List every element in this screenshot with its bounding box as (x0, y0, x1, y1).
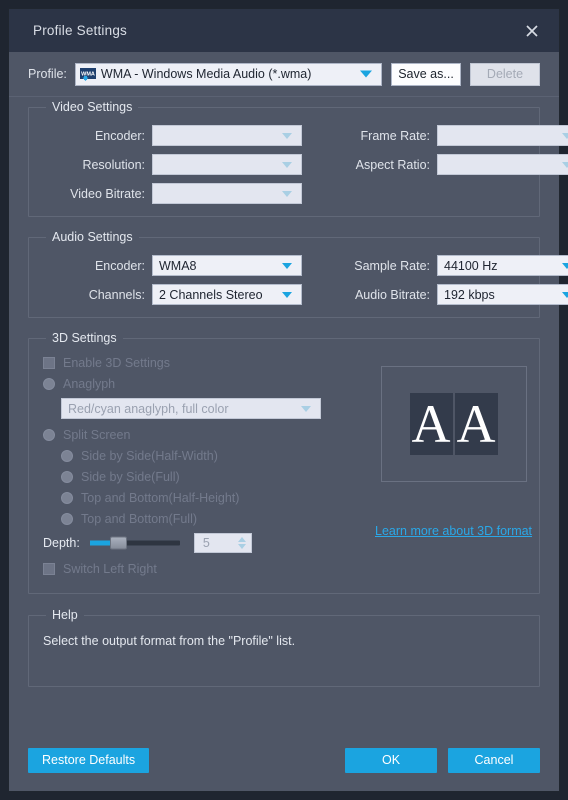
radio-icon (61, 450, 73, 462)
chevron-down-icon (282, 190, 292, 197)
ok-button[interactable]: OK (345, 747, 437, 773)
chevron-down-icon (282, 161, 292, 168)
chevron-down-icon[interactable] (237, 544, 246, 549)
switch-left-right-label: Switch Left Right (63, 562, 157, 576)
chevron-down-icon (562, 132, 568, 139)
anaglyph-type-value: Red/cyan anaglyph, full color (68, 401, 229, 416)
audio-settings-group: Audio Settings Encoder: WMA8 Sample Rate… (28, 230, 568, 318)
split-option-label: Top and Bottom(Half-Height) (81, 491, 240, 505)
profile-selected-value: WMA - Windows Media Audio (*.wma) (100, 67, 312, 81)
stepper-arrows (237, 537, 246, 549)
profile-label: Profile: (28, 67, 67, 81)
sample-rate-value: 44100 Hz (444, 258, 498, 273)
split-option-row[interactable]: Top and Bottom(Half-Height) (43, 491, 375, 505)
chevron-down-icon (301, 405, 311, 412)
page-title: Profile Settings (33, 23, 127, 38)
audio-bitrate-value: 192 kbps (444, 287, 495, 302)
split-option-row[interactable]: Top and Bottom(Full) (43, 512, 375, 526)
enable-3d-checkbox-row[interactable]: Enable 3D Settings (43, 356, 375, 370)
checkbox-icon (43, 357, 55, 369)
svg-text:WMA: WMA (81, 71, 95, 77)
profile-dropdown[interactable]: WMA WMA - Windows Media Audio (*.wma) (74, 62, 382, 86)
chevron-down-icon (282, 132, 292, 139)
split-option-label: Side by Side(Half-Width) (81, 449, 218, 463)
profile-bar: Profile: WMA WMA - Windows Media Audio (… (9, 52, 559, 97)
aspect-ratio-select[interactable] (437, 154, 568, 175)
depth-label: Depth: (43, 536, 80, 550)
radio-icon (61, 492, 73, 504)
audio-encoder-label: Encoder: (94, 258, 145, 273)
chevron-up-icon[interactable] (237, 537, 246, 542)
depth-value: 5 (202, 536, 210, 550)
video-bitrate-select[interactable] (152, 183, 302, 204)
anaglyph-label: Anaglyph (63, 377, 116, 391)
video-encoder-label: Encoder: (94, 128, 145, 143)
split-screen-radio-row[interactable]: Split Screen (43, 428, 375, 442)
audio-bitrate-select[interactable]: 192 kbps (437, 284, 568, 305)
video-settings-group: Video Settings Encoder: Frame Rate: Reso… (28, 100, 568, 217)
title-bar: Profile Settings (9, 9, 559, 52)
split-option-row[interactable]: Side by Side(Full) (43, 470, 375, 484)
aspect-ratio-label: Aspect Ratio: (355, 157, 430, 172)
preview-glyph-right: A (454, 393, 498, 455)
sample-rate-label: Sample Rate: (354, 258, 430, 273)
help-legend: Help (46, 608, 84, 622)
anaglyph-radio-row[interactable]: Anaglyph (43, 377, 375, 391)
radio-icon (61, 471, 73, 483)
chevron-down-icon (282, 291, 292, 298)
channels-value: 2 Channels Stereo (159, 287, 263, 302)
delete-button[interactable]: Delete (470, 62, 540, 86)
chevron-down-icon (562, 161, 568, 168)
wma-format-icon: WMA (79, 67, 96, 82)
channels-select[interactable]: 2 Channels Stereo (152, 284, 302, 305)
split-option-label: Side by Side(Full) (81, 470, 180, 484)
split-option-row[interactable]: Side by Side(Half-Width) (43, 449, 375, 463)
save-as-button[interactable]: Save as... (391, 62, 461, 86)
dialog-footer: Restore Defaults OK Cancel (9, 729, 559, 791)
restore-defaults-button[interactable]: Restore Defaults (28, 747, 150, 773)
depth-stepper[interactable]: 5 (193, 533, 252, 553)
enable-3d-label: Enable 3D Settings (63, 356, 171, 370)
audio-encoder-value: WMA8 (159, 258, 197, 273)
resolution-label: Resolution: (82, 157, 145, 172)
resolution-select[interactable] (152, 154, 302, 175)
help-group: Help Select the output format from the "… (28, 608, 540, 687)
help-text: Select the output format from the "Profi… (43, 634, 296, 648)
chevron-down-icon (360, 70, 372, 78)
chevron-down-icon (562, 262, 568, 269)
channels-label: Channels: (88, 287, 145, 302)
audio-settings-legend: Audio Settings (46, 230, 139, 244)
chevron-down-icon (282, 262, 292, 269)
cancel-button[interactable]: Cancel (448, 747, 540, 773)
video-settings-legend: Video Settings (46, 100, 139, 114)
radio-icon (61, 513, 73, 525)
slider-fill (89, 540, 112, 546)
chevron-down-icon (562, 291, 568, 298)
preview-glyph-left: A (409, 393, 453, 455)
video-encoder-select[interactable] (152, 125, 302, 146)
audio-bitrate-label: Audio Bitrate: (354, 287, 430, 302)
three-d-preview: A A (380, 366, 527, 482)
split-option-label: Top and Bottom(Full) (81, 512, 198, 526)
split-screen-label: Split Screen (63, 428, 131, 442)
radio-icon (43, 378, 55, 390)
frame-rate-label: Frame Rate: (360, 128, 430, 143)
depth-control-row: Depth: 5 (43, 533, 375, 553)
learn-more-3d-link[interactable]: Learn more about 3D format (375, 524, 532, 538)
dialog-body: Video Settings Encoder: Frame Rate: Reso… (9, 97, 568, 729)
checkbox-icon (43, 563, 55, 575)
radio-icon (43, 429, 55, 441)
slider-handle[interactable] (109, 536, 127, 550)
video-bitrate-label: Video Bitrate: (70, 186, 145, 201)
profile-settings-dialog: Profile Settings Profile: WMA WMA - Wind… (8, 8, 568, 792)
anaglyph-type-select[interactable]: Red/cyan anaglyph, full color (61, 398, 321, 419)
frame-rate-select[interactable] (437, 125, 568, 146)
close-icon[interactable] (519, 18, 545, 44)
audio-encoder-select[interactable]: WMA8 (152, 255, 302, 276)
three-d-settings-legend: 3D Settings (46, 331, 123, 345)
depth-slider[interactable] (89, 536, 180, 550)
sample-rate-select[interactable]: 44100 Hz (437, 255, 568, 276)
three-d-settings-group: 3D Settings Enable 3D Settings Anaglyph (28, 331, 540, 594)
switch-left-right-checkbox-row[interactable]: Switch Left Right (43, 562, 375, 576)
